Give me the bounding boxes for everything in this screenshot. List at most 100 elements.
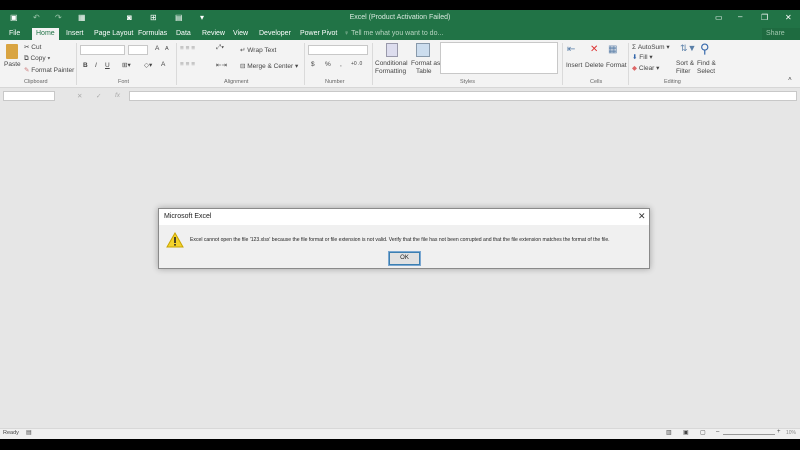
delete-cells-button[interactable]: Delete xyxy=(585,62,604,69)
tab-file[interactable]: File xyxy=(5,28,24,40)
dialog-close-icon[interactable]: ✕ xyxy=(638,211,646,222)
find-icon[interactable]: ⚲ xyxy=(700,41,710,57)
minimize-icon[interactable]: – xyxy=(738,12,742,21)
insert-cells-button[interactable]: Insert xyxy=(566,62,582,69)
cell-styles-gallery[interactable] xyxy=(440,42,558,74)
percent-button[interactable]: % xyxy=(325,61,331,68)
insert-function-icon[interactable]: fx xyxy=(115,92,120,99)
group-styles: Styles xyxy=(460,79,475,85)
format-as-table-button[interactable]: Format as xyxy=(411,60,440,67)
dialog-title: Microsoft Excel xyxy=(164,213,212,220)
find-select-label: Select xyxy=(697,68,716,75)
paste-button[interactable]: Paste xyxy=(4,61,21,68)
format-as-table-label: Table xyxy=(416,68,432,75)
sort-filter-button[interactable]: Sort & xyxy=(676,60,694,67)
tab-home[interactable]: Home xyxy=(32,28,59,40)
conditional-formatting-button[interactable]: Conditional xyxy=(375,60,408,67)
bold-button[interactable]: B xyxy=(83,62,88,69)
restore-icon[interactable]: ❐ xyxy=(761,13,768,22)
format-as-table-icon[interactable] xyxy=(416,43,430,57)
find-select-button[interactable]: Find & xyxy=(697,60,716,67)
insert-cells-icon[interactable]: ⇤ xyxy=(567,44,575,55)
dialog-message: Excel cannot open the file '123.xlsx' be… xyxy=(190,237,610,243)
eraser-icon: ◆ xyxy=(632,65,639,72)
tab-formulas[interactable]: Formulas xyxy=(134,28,171,40)
normal-view-icon[interactable]: ▥ xyxy=(666,429,672,436)
font-color-button[interactable]: A xyxy=(161,61,165,68)
italic-button[interactable]: I xyxy=(95,62,97,69)
ribbon-display-icon[interactable]: ▭ xyxy=(715,13,723,22)
zoom-in-icon[interactable]: + xyxy=(777,429,781,435)
underline-button[interactable]: U xyxy=(105,62,110,69)
zoom-slider[interactable] xyxy=(723,434,775,435)
group-number: Number xyxy=(325,79,345,85)
page-layout-view-icon[interactable]: ▣ xyxy=(683,429,689,436)
group-clipboard: Clipboard xyxy=(24,79,48,85)
tab-data[interactable]: Data xyxy=(172,28,195,40)
cut-button[interactable]: ✂ Cut xyxy=(24,43,41,51)
paste-icon[interactable] xyxy=(6,44,18,59)
orientation-icon[interactable]: ⤢▾ xyxy=(216,44,224,52)
fill-color-icon[interactable]: ◇▾ xyxy=(144,61,152,69)
decrease-font-button[interactable]: A xyxy=(165,46,169,52)
increase-font-button[interactable]: A xyxy=(155,45,159,52)
close-icon[interactable]: ✕ xyxy=(785,13,792,22)
decimal-icon[interactable]: +0 .0 xyxy=(351,61,362,67)
tab-developer[interactable]: Developer xyxy=(255,28,295,40)
autosum-button[interactable]: Σ AutoSum ▾ xyxy=(632,43,670,51)
formula-bar: ✕ ✓ fx xyxy=(0,88,800,106)
tab-power-pivot[interactable]: Power Pivot xyxy=(296,28,341,40)
tab-page-layout[interactable]: Page Layout xyxy=(90,28,137,40)
tell-me-search[interactable]: ♀ Tell me what you want to do... xyxy=(340,28,447,40)
name-box[interactable] xyxy=(3,91,55,101)
error-dialog: Microsoft Excel ✕ Excel cannot open the … xyxy=(158,208,650,269)
number-format-dropdown[interactable] xyxy=(308,45,368,55)
format-cells-icon[interactable]: ▦ xyxy=(608,44,617,55)
clear-button[interactable]: ◆ Clear ▾ xyxy=(632,64,659,72)
wrap-text-button[interactable]: ↵ Wrap Text xyxy=(240,46,276,54)
left-align-icon[interactable]: ≡ ≡ ≡ xyxy=(180,61,195,68)
tab-view[interactable]: View xyxy=(229,28,252,40)
sort-filter-label: Filter xyxy=(676,68,691,75)
ribbon-tabs: File Home Insert Page Layout Formulas Da… xyxy=(0,28,800,40)
zoom-level[interactable]: 10% xyxy=(786,430,796,436)
indent-icon[interactable]: ⇤⇥ xyxy=(216,61,227,69)
tab-review[interactable]: Review xyxy=(198,28,229,40)
font-name-dropdown[interactable] xyxy=(80,45,125,55)
window-title: Excel (Product Activation Failed) xyxy=(349,14,451,21)
comma-button[interactable]: , xyxy=(340,61,342,68)
collapse-ribbon-icon[interactable]: ˄ xyxy=(788,76,792,83)
zoom-out-icon[interactable]: – xyxy=(716,429,719,435)
ribbon: Paste ✂ Cut ⧉ Copy ▾ ✎ Format Painter Cl… xyxy=(0,40,800,88)
currency-button[interactable]: $ xyxy=(311,61,315,68)
status-bar: Ready ▤ ▥ ▣ ▢ – + 10% xyxy=(0,428,800,439)
font-size-dropdown[interactable] xyxy=(128,45,148,55)
tab-insert[interactable]: Insert xyxy=(62,28,88,40)
formula-input[interactable] xyxy=(129,91,797,101)
macro-record-icon[interactable]: ▤ xyxy=(26,429,32,436)
share-button[interactable]: Share xyxy=(762,28,800,40)
page-break-view-icon[interactable]: ▢ xyxy=(700,429,706,436)
group-font: Font xyxy=(118,79,130,85)
dialog-titlebar: Microsoft Excel xyxy=(159,209,649,225)
merge-center-button[interactable]: ⊟ Merge & Center ▾ xyxy=(240,62,298,70)
title-bar: ▣ ↶ ↷ ▦ ◙ ⊞ ▤ ▾ Excel (Product Activatio… xyxy=(0,10,800,28)
group-alignment: Alignment xyxy=(224,79,249,85)
borders-icon[interactable]: ⊞▾ xyxy=(122,61,131,69)
status-ready: Ready xyxy=(3,430,19,436)
sort-filter-icon[interactable]: ⇅▼ xyxy=(680,43,696,54)
fill-button[interactable]: ⬇ Fill ▾ xyxy=(632,53,653,61)
format-cells-button[interactable]: Format xyxy=(606,62,627,69)
group-editing: Editing xyxy=(664,79,681,85)
conditional-formatting-icon[interactable] xyxy=(386,43,398,57)
format-painter-button[interactable]: ✎ Format Painter xyxy=(24,66,74,74)
top-align-icon[interactable]: ≡ ≡ ≡ xyxy=(180,45,195,52)
cancel-icon[interactable]: ✕ xyxy=(77,92,82,100)
warning-icon xyxy=(166,232,184,248)
copy-button[interactable]: ⧉ Copy ▾ xyxy=(24,55,50,63)
enter-icon[interactable]: ✓ xyxy=(96,92,101,100)
delete-cells-icon[interactable]: ✕ xyxy=(590,44,598,55)
ok-button[interactable]: OK xyxy=(388,251,421,266)
conditional-formatting-label: Formatting xyxy=(375,68,407,75)
group-cells: Cells xyxy=(590,79,603,85)
